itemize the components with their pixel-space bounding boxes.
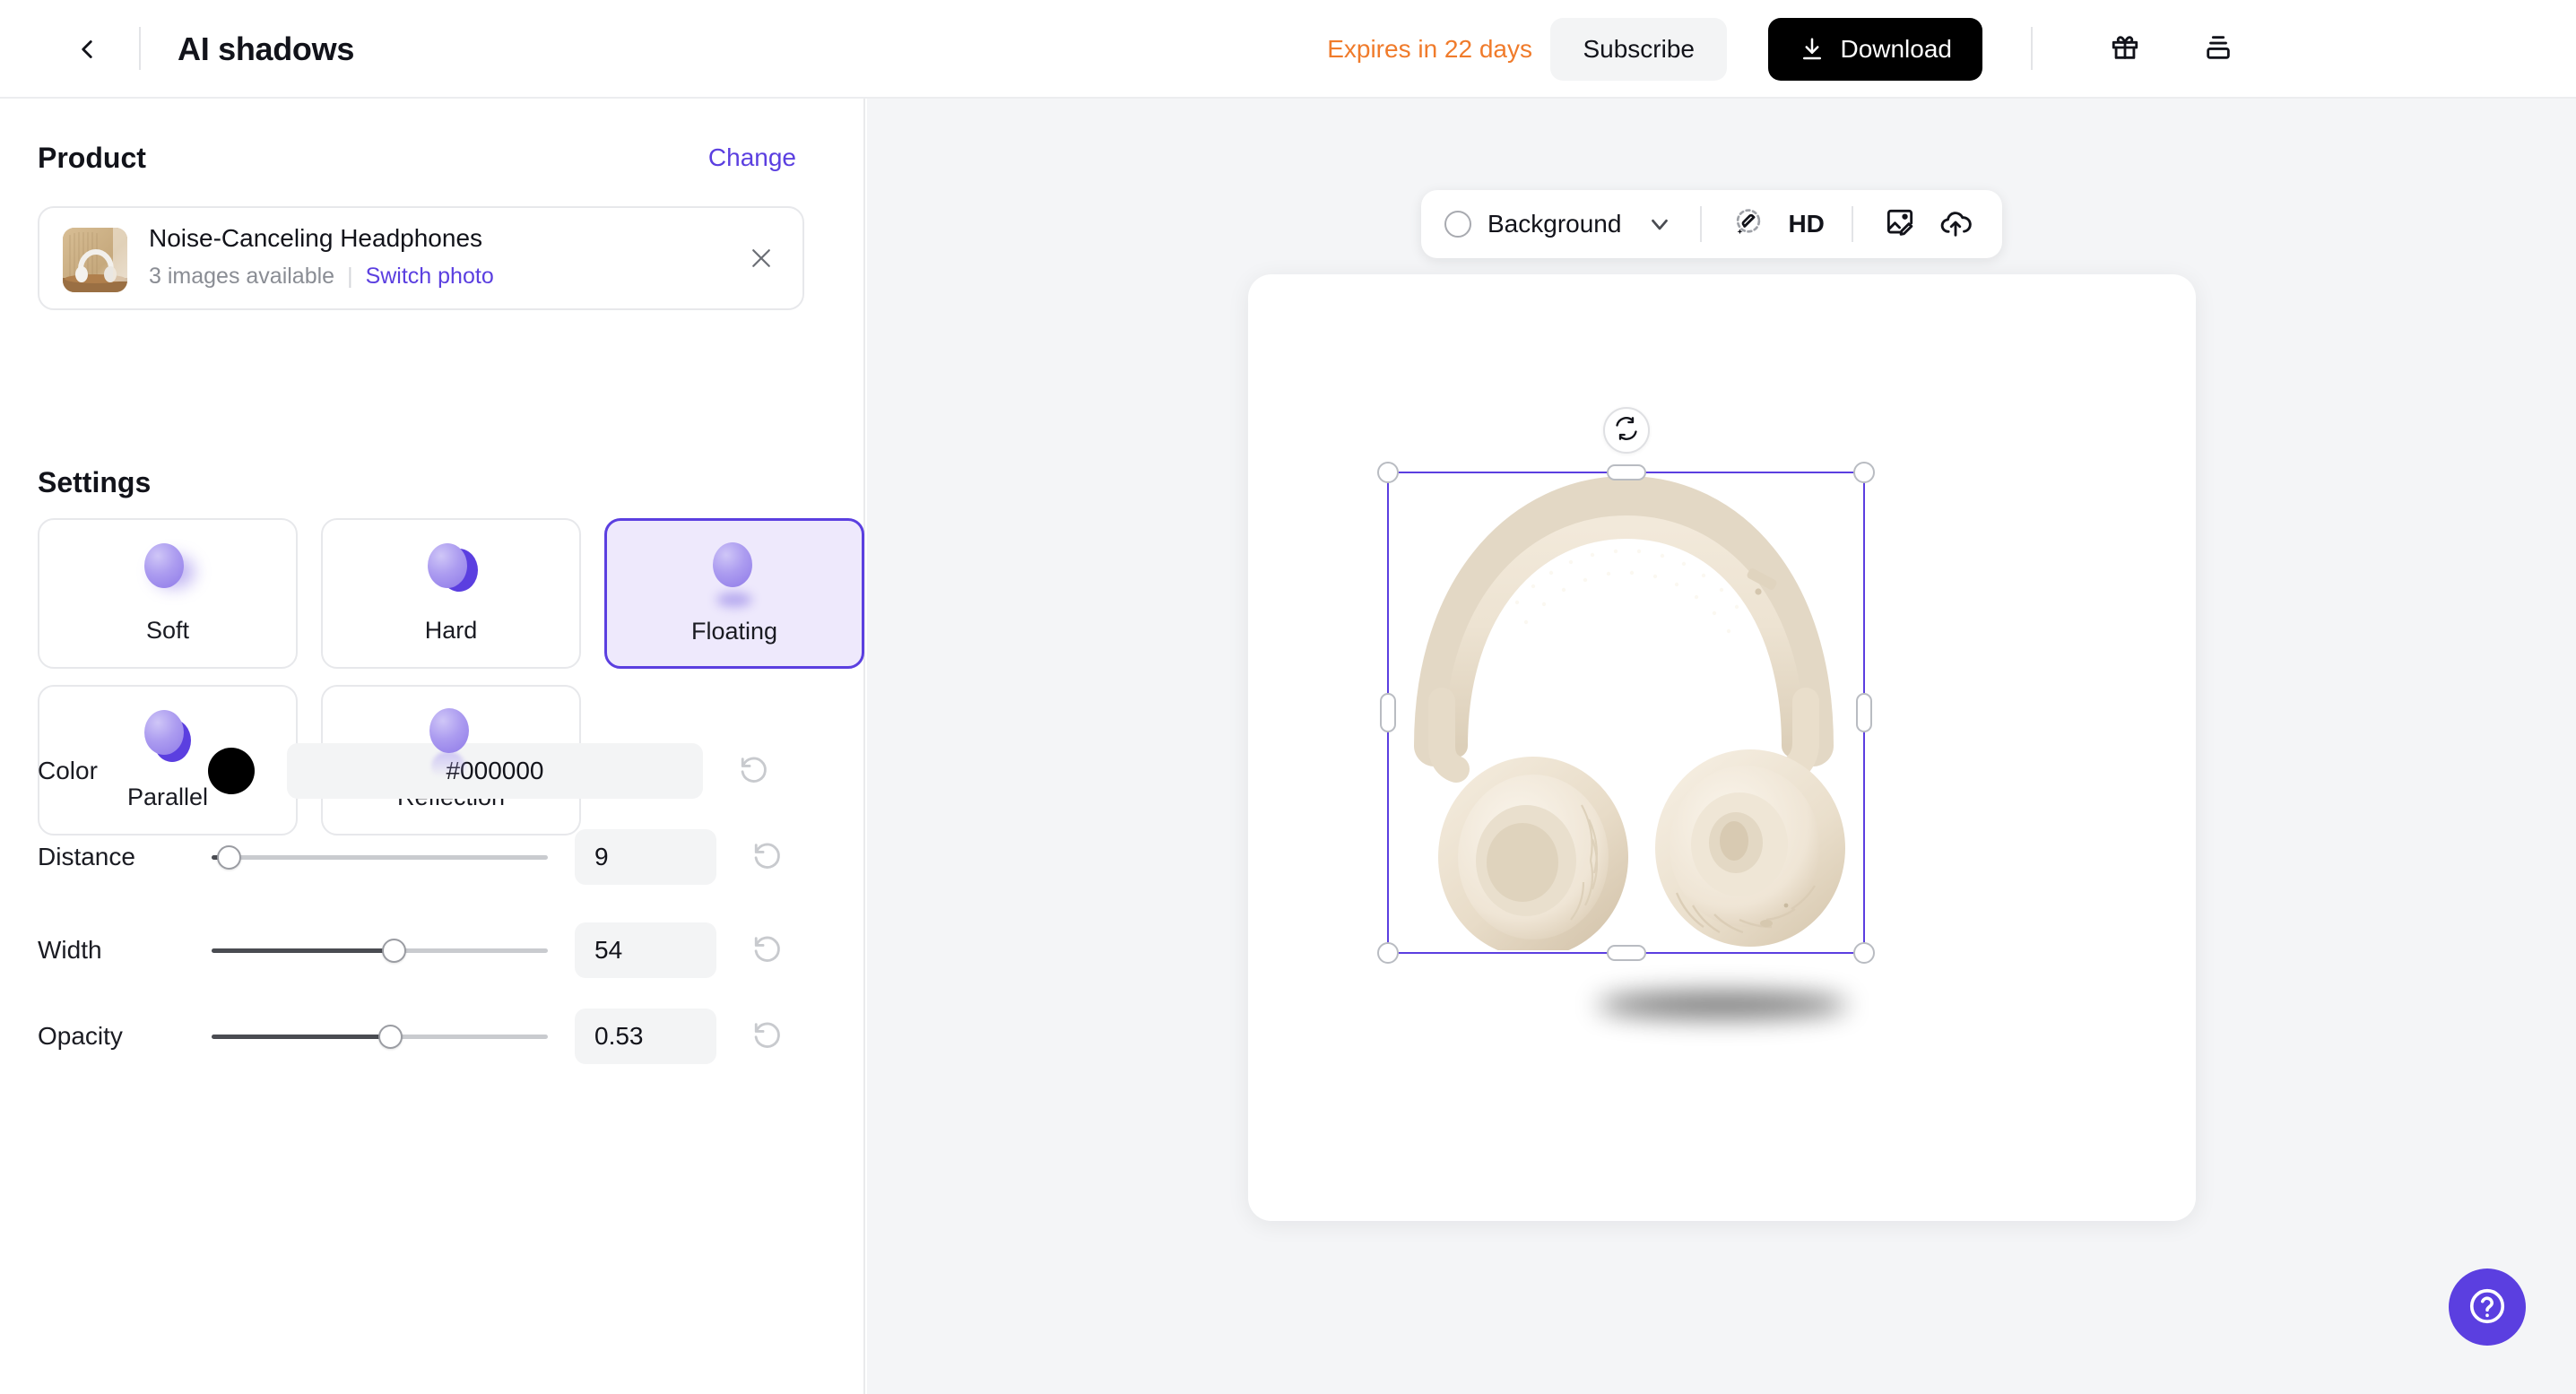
image-canvas[interactable] <box>1248 274 2196 1221</box>
layers-icon <box>2203 32 2233 67</box>
product-drop-shadow <box>1596 991 1848 1018</box>
reset-opacity-button[interactable] <box>747 1016 788 1057</box>
gift-button[interactable] <box>2103 27 2147 72</box>
product-thumbnail <box>63 228 127 292</box>
background-label: Background <box>1487 210 1622 238</box>
help-button[interactable] <box>2449 1268 2526 1346</box>
header-divider <box>139 27 141 70</box>
settings-section-heading: Settings <box>38 466 152 498</box>
width-value-input[interactable] <box>575 922 716 978</box>
meta-separator: | <box>347 264 353 289</box>
chevron-left-icon <box>72 34 102 65</box>
hd-toggle-button[interactable]: HD <box>1788 210 1824 238</box>
edit-image-button[interactable] <box>1877 201 1923 247</box>
color-label: Color <box>38 757 98 784</box>
page-title: AI shadows <box>178 30 355 67</box>
back-button[interactable] <box>65 27 109 72</box>
product-name: Noise-Canceling Headphones <box>149 224 483 252</box>
shadow-hard-icon <box>397 532 505 615</box>
color-swatch[interactable] <box>208 748 255 794</box>
chevron-down-icon <box>1646 211 1673 238</box>
expiry-status: Expires in 22 days <box>1327 35 1532 63</box>
width-slider[interactable] <box>212 938 548 963</box>
style-option-soft[interactable]: Soft <box>38 518 298 669</box>
slider-thumb[interactable] <box>381 939 406 963</box>
subscribe-button[interactable]: Subscribe <box>1550 18 1727 81</box>
reset-icon <box>752 1019 783 1054</box>
background-selector[interactable]: Background <box>1444 210 1677 238</box>
images-available-count: 3 images available <box>149 264 335 289</box>
slider-fill <box>212 948 394 953</box>
style-option-label: Floating <box>690 618 778 645</box>
shadow-soft-icon <box>114 532 221 615</box>
download-button[interactable]: Download <box>1768 18 1982 81</box>
layers-button[interactable] <box>2196 27 2241 72</box>
selection-frame[interactable] <box>1377 407 1875 964</box>
upload-image-button[interactable] <box>1932 201 1979 247</box>
toolbar-divider-2 <box>1851 206 1853 242</box>
color-hex-input[interactable] <box>287 743 703 799</box>
toolbar-divider <box>1700 206 1703 242</box>
change-product-link[interactable]: Change <box>708 143 796 172</box>
product-meta: 3 images available | Switch photo <box>149 264 494 290</box>
resize-handle-bottom-left[interactable] <box>1377 942 1399 964</box>
slider-thumb[interactable] <box>216 845 241 870</box>
resize-handle-bottom[interactable] <box>1606 945 1646 961</box>
reset-distance-button[interactable] <box>747 836 788 878</box>
download-icon <box>1799 36 1826 63</box>
shadow-floating-icon <box>681 533 788 616</box>
header-divider-right <box>2031 27 2033 70</box>
distance-slider[interactable] <box>212 844 548 870</box>
control-row-distance: Distance <box>38 829 845 885</box>
opacity-label: Opacity <box>38 1022 123 1050</box>
switch-photo-link[interactable]: Switch photo <box>366 264 494 290</box>
style-option-floating[interactable]: Floating <box>604 518 864 669</box>
rotate-handle[interactable] <box>1602 407 1650 454</box>
reset-icon <box>752 933 783 968</box>
slider-fill <box>212 1035 390 1039</box>
product-card[interactable]: Noise-Canceling Headphones 3 images avai… <box>38 206 804 310</box>
canvas-area: Background HD <box>867 99 2576 1394</box>
remove-product-button[interactable] <box>738 237 785 283</box>
control-row-width: Width <box>38 922 845 978</box>
style-option-label: Hard <box>424 617 478 644</box>
resize-handle-left[interactable] <box>1380 693 1396 732</box>
control-row-opacity: Opacity <box>38 1009 845 1064</box>
product-section-heading: Product <box>38 142 146 174</box>
canvas-toolbar: Background HD <box>1421 190 2002 258</box>
slider-track <box>212 855 548 860</box>
opacity-value-input[interactable] <box>575 1009 716 1064</box>
cloud-upload-icon <box>1939 205 1973 244</box>
style-option-hard[interactable]: Hard <box>321 518 581 669</box>
resize-handle-top[interactable] <box>1606 464 1646 481</box>
reset-color-button[interactable] <box>733 750 775 792</box>
reset-icon <box>739 754 769 789</box>
width-label: Width <box>38 936 102 964</box>
rotate-icon <box>1614 416 1639 446</box>
distance-value-input[interactable] <box>575 829 716 885</box>
opacity-slider[interactable] <box>212 1024 548 1049</box>
style-option-label: Soft <box>145 617 190 644</box>
app-header: AI shadows Expires in 22 days Subscribe … <box>0 0 2576 99</box>
resize-handle-right[interactable] <box>1856 693 1872 732</box>
magic-eraser-button[interactable] <box>1725 201 1772 247</box>
gift-icon <box>2110 32 2140 67</box>
resize-handle-top-left[interactable] <box>1377 462 1399 483</box>
slider-thumb[interactable] <box>377 1025 403 1049</box>
distance-label: Distance <box>38 843 135 870</box>
resize-handle-bottom-right[interactable] <box>1853 942 1875 964</box>
help-circle-icon <box>2467 1286 2508 1329</box>
reset-width-button[interactable] <box>747 930 788 971</box>
image-edit-icon <box>1883 205 1917 244</box>
magic-eraser-icon <box>1731 205 1765 244</box>
settings-sidebar: Product Change Noise-Canceling Headphone… <box>0 99 865 1394</box>
close-icon <box>748 245 775 276</box>
download-label: Download <box>1840 35 1952 63</box>
resize-handle-top-right[interactable] <box>1853 462 1875 483</box>
color-circle-icon <box>1444 211 1471 238</box>
reset-icon <box>752 840 783 875</box>
